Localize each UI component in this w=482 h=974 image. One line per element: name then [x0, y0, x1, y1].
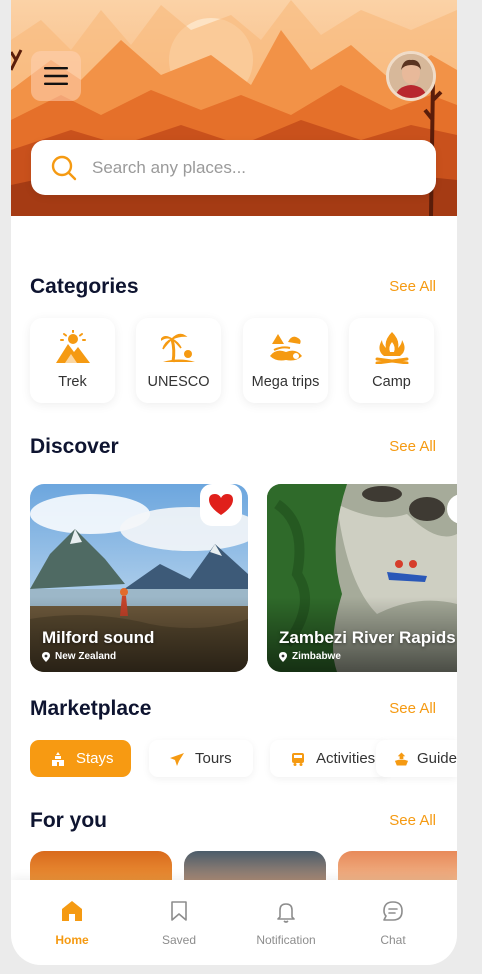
palm-tree-icon — [160, 333, 195, 363]
category-label: Trek — [58, 374, 87, 390]
marketplace-tab-stays[interactable]: Stays — [30, 740, 131, 777]
bus-icon — [292, 752, 304, 766]
tab-saved[interactable]: Saved — [124, 880, 234, 965]
pill-label: Guide — [416, 750, 457, 767]
campfire-icon — [375, 332, 408, 364]
discover-card-title: Zambezi River Rapids — [279, 628, 456, 647]
marketplace-see-all-link[interactable]: See All — [389, 700, 436, 717]
chat-icon — [383, 901, 403, 921]
category-label: Mega trips — [251, 374, 320, 390]
tab-home[interactable]: Home — [17, 880, 127, 965]
category-trek[interactable]: Trek — [30, 318, 115, 403]
tab-label: Notification — [256, 933, 316, 947]
search-icon — [51, 155, 77, 180]
categories-title: Categories — [30, 275, 139, 298]
hamburger-menu-icon — [44, 67, 68, 85]
marketplace-title: Marketplace — [30, 697, 152, 720]
tab-label: Chat — [380, 933, 406, 947]
search-bar[interactable] — [31, 140, 436, 195]
mountain-sun-icon — [55, 330, 90, 363]
location-text: New Zealand — [55, 651, 117, 662]
bookmark-icon — [171, 901, 187, 921]
app-screen: Categories See All Trek UNESCO — [11, 0, 457, 965]
pill-label: Activities — [316, 750, 376, 767]
discover-see-all-link[interactable]: See All — [389, 438, 436, 455]
tab-notification[interactable]: Notification — [231, 880, 341, 965]
discover-title: Discover — [30, 435, 119, 458]
category-label: Camp — [372, 374, 411, 390]
discover-card-location: Zimbabwe — [279, 651, 341, 662]
pill-label: Stays — [76, 750, 114, 767]
plane-icon — [170, 752, 184, 766]
discover-card-title: Milford sound — [42, 628, 155, 647]
pill-label: Tours — [195, 750, 232, 767]
location-text: Zimbabwe — [292, 651, 341, 662]
favorite-button[interactable] — [200, 484, 242, 526]
discover-card-location: New Zealand — [42, 651, 116, 662]
bottom-tab-bar: Home Saved Notification Chat — [11, 880, 457, 965]
home-icon — [62, 901, 82, 921]
tab-chat[interactable]: Chat — [338, 880, 448, 965]
marketplace-tab-tours[interactable]: Tours — [149, 740, 253, 777]
tab-label: Home — [55, 933, 89, 947]
search-input[interactable] — [90, 156, 424, 179]
menu-button[interactable] — [31, 51, 81, 101]
guide-icon — [394, 751, 409, 766]
user-avatar[interactable] — [386, 51, 436, 101]
tab-label: Saved — [161, 933, 197, 947]
category-camp[interactable]: Camp — [349, 318, 434, 403]
bell-icon — [277, 903, 295, 923]
category-unesco[interactable]: UNESCO — [136, 318, 221, 403]
heart-icon — [209, 494, 233, 515]
location-pin-icon — [42, 651, 50, 662]
hotel-icon — [52, 751, 64, 766]
discover-card-milford-sound[interactable]: Milford sound New Zealand — [30, 484, 248, 672]
for-you-see-all-link[interactable]: See All — [389, 812, 436, 829]
for-you-title: For you — [30, 809, 107, 832]
categories-see-all-link[interactable]: See All — [389, 278, 436, 295]
category-label: UNESCO — [147, 374, 210, 390]
profile-photo — [389, 54, 433, 98]
marketplace-tab-activities[interactable]: Activities — [270, 740, 388, 777]
island-trip-icon — [269, 334, 302, 361]
marketplace-tab-guide[interactable]: Guide — [376, 740, 457, 777]
hero-banner — [11, 0, 457, 217]
discover-card-zambezi-river-rapids[interactable]: Zambezi River Rapids Zimbabwe — [267, 484, 457, 672]
location-pin-icon — [279, 651, 287, 662]
category-mega-trips[interactable]: Mega trips — [243, 318, 328, 403]
